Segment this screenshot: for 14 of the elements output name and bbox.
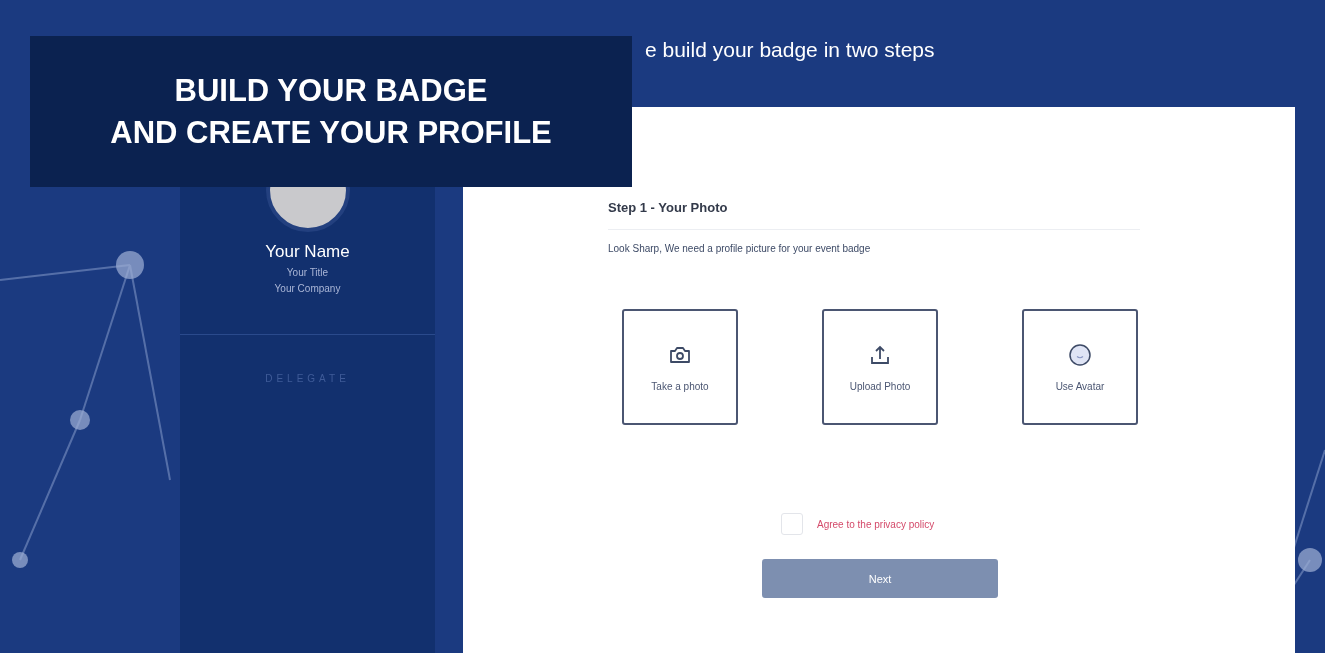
photo-option-button[interactable]: Upload Photo — [822, 309, 938, 425]
badge-name: Your Name — [265, 242, 350, 262]
smiley-icon — [1068, 342, 1092, 367]
banner-title: BUILD YOUR BADGE — [174, 71, 488, 110]
page-heading: e build your badge in two steps — [645, 38, 935, 61]
step-description: Look Sharp, We need a profile picture for your event badge — [608, 243, 872, 254]
photo-option-button[interactable]: Use Avatar — [1022, 309, 1138, 425]
step-title: Step 1 - Your Photo — [608, 200, 729, 215]
banner-title: AND CREATE YOUR PROFILE — [110, 113, 552, 152]
privacy-label[interactable]: Agree to the privacy policy — [817, 518, 935, 530]
photo-option-button[interactable]: Take a photo — [622, 309, 738, 425]
badge-company: Your Company — [274, 283, 341, 294]
badge-title: Your Title — [286, 267, 329, 278]
privacy-checkbox[interactable] — [781, 513, 803, 535]
